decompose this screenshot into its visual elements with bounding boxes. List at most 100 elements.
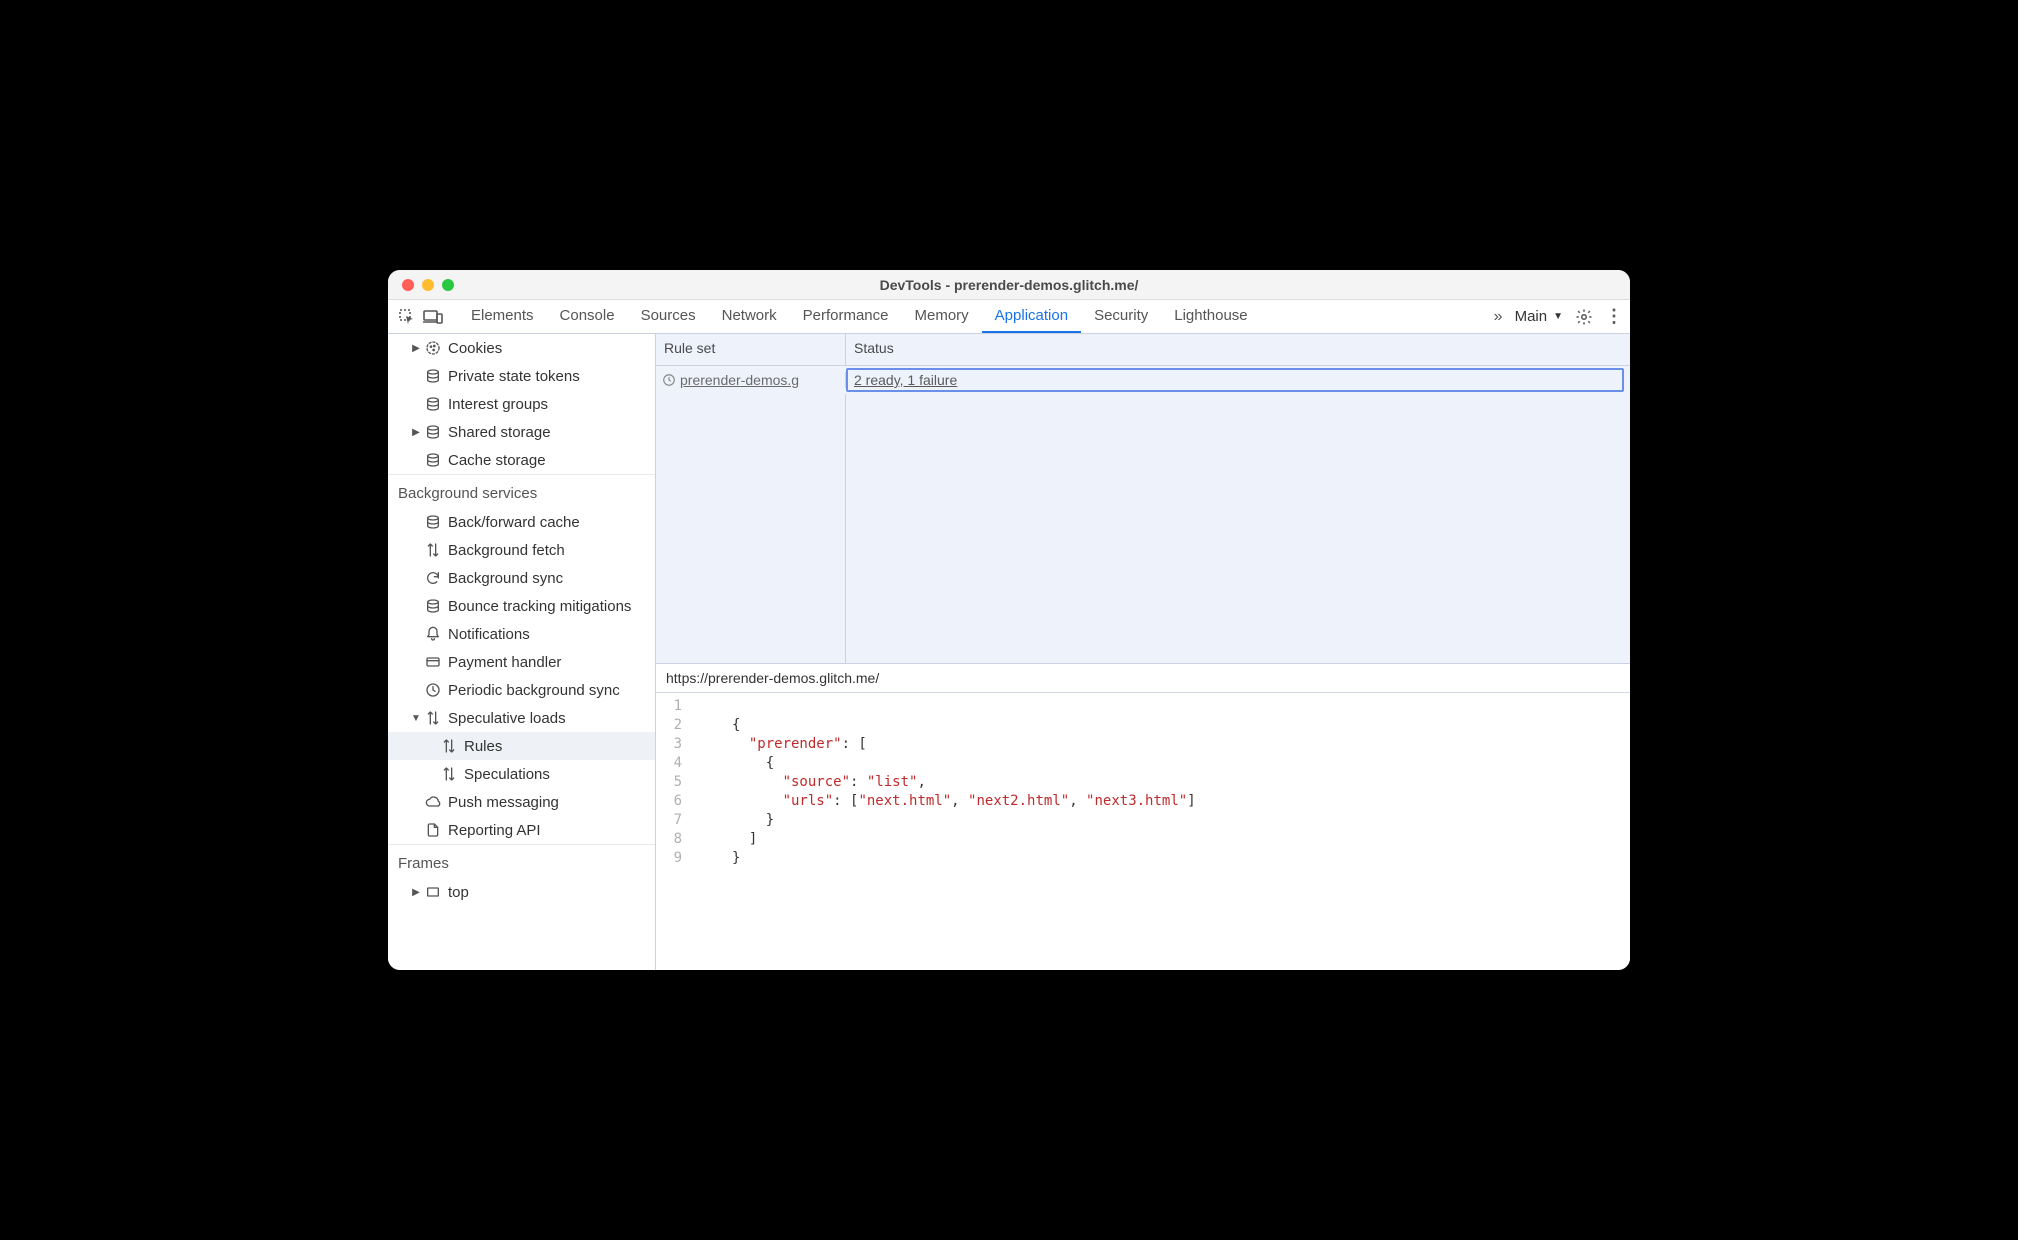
rule-link[interactable]: prerender-demos.g: [680, 372, 799, 388]
disclosure-arrow-icon[interactable]: ▶: [410, 343, 422, 354]
disclosure-arrow-icon[interactable]: ▶: [410, 427, 422, 438]
frame-selector-label: Main: [1515, 308, 1548, 325]
sidebar-item-speculative-loads[interactable]: ▼ Speculative loads: [388, 704, 655, 732]
sidebar-item-speculations[interactable]: Speculations: [388, 760, 655, 788]
toolbar: ElementsConsoleSourcesNetworkPerformance…: [388, 300, 1630, 334]
sidebar-item-bounce-tracking-mitigations[interactable]: Bounce tracking mitigations: [388, 592, 655, 620]
updown-icon: [440, 765, 458, 783]
sidebar-item-label: Periodic background sync: [448, 682, 620, 699]
clock-icon: [662, 373, 676, 387]
tab-lighthouse[interactable]: Lighthouse: [1161, 300, 1260, 333]
sidebar-item-label: Cookies: [448, 340, 502, 357]
tab-elements[interactable]: Elements: [458, 300, 547, 333]
disclosure-arrow-icon[interactable]: ▶: [410, 887, 422, 898]
sidebar-item-label: Background sync: [448, 570, 563, 587]
sidebar-item-label: Push messaging: [448, 794, 559, 811]
grid-empty: [656, 394, 1630, 664]
sidebar-item-private-state-tokens[interactable]: Private state tokens: [388, 362, 655, 390]
section-frames: Frames: [388, 844, 655, 878]
sidebar-item-interest-groups[interactable]: Interest groups: [388, 390, 655, 418]
code-lines: { "prerender": [ { "source": "list", "ur…: [692, 697, 1196, 966]
tab-network[interactable]: Network: [709, 300, 790, 333]
devtools-window: DevTools - prerender-demos.glitch.me/ El…: [388, 270, 1630, 970]
sidebar-item-label: Rules: [464, 738, 502, 755]
sidebar-item-top[interactable]: ▶ top: [388, 878, 655, 906]
grid-row[interactable]: prerender-demos.g 2 ready, 1 failure: [656, 366, 1630, 394]
db-icon: [424, 513, 442, 531]
sidebar-item-label: Back/forward cache: [448, 514, 580, 531]
db-icon: [424, 451, 442, 469]
sidebar-item-label: Shared storage: [448, 424, 551, 441]
sidebar-item-label: Background fetch: [448, 542, 565, 559]
sidebar-item-shared-storage[interactable]: ▶ Shared storage: [388, 418, 655, 446]
settings-icon[interactable]: [1575, 308, 1593, 326]
sidebar-item-cookies[interactable]: ▶ Cookies: [388, 334, 655, 362]
tab-security[interactable]: Security: [1081, 300, 1161, 333]
file-icon: [424, 821, 442, 839]
line-gutter: 123456789: [656, 697, 692, 966]
sidebar-item-label: top: [448, 884, 469, 901]
minimize-icon[interactable]: [422, 279, 434, 291]
zoom-icon[interactable]: [442, 279, 454, 291]
code-viewer[interactable]: 123456789 { "prerender": [ { "source": "…: [656, 693, 1630, 970]
sidebar-item-reporting-api[interactable]: Reporting API: [388, 816, 655, 844]
inspect-icon[interactable]: [396, 306, 418, 328]
sidebar-item-label: Reporting API: [448, 822, 541, 839]
col-rule-set[interactable]: Rule set: [656, 334, 846, 365]
section-bg-services: Background services: [388, 474, 655, 508]
db-icon: [424, 423, 442, 441]
chevron-down-icon: ▼: [1553, 311, 1563, 322]
sidebar-item-payment-handler[interactable]: Payment handler: [388, 648, 655, 676]
sidebar-item-push-messaging[interactable]: Push messaging: [388, 788, 655, 816]
sidebar-item-notifications[interactable]: Notifications: [388, 620, 655, 648]
sidebar-item-label: Cache storage: [448, 452, 546, 469]
rect-icon: [424, 883, 442, 901]
detail-url: https://prerender-demos.glitch.me/: [656, 664, 1630, 693]
clock-icon: [424, 681, 442, 699]
tab-console[interactable]: Console: [547, 300, 628, 333]
tab-memory[interactable]: Memory: [902, 300, 982, 333]
sidebar-item-periodic-background-sync[interactable]: Periodic background sync: [388, 676, 655, 704]
tab-application[interactable]: Application: [982, 300, 1081, 333]
sidebar-item-label: Payment handler: [448, 654, 561, 671]
sidebar-item-back-forward-cache[interactable]: Back/forward cache: [388, 508, 655, 536]
tab-sources[interactable]: Sources: [628, 300, 709, 333]
cookie-icon: [424, 339, 442, 357]
sidebar-item-label: Private state tokens: [448, 368, 580, 385]
cell-rule-set[interactable]: prerender-demos.g: [656, 372, 846, 388]
sidebar-item-label: Notifications: [448, 626, 530, 643]
sidebar-item-label: Speculative loads: [448, 710, 566, 727]
sidebar-item-label: Bounce tracking mitigations: [448, 598, 631, 615]
db-icon: [424, 597, 442, 615]
status-link[interactable]: 2 ready, 1 failure: [854, 372, 957, 388]
sidebar: ▶ Cookies Private state tokens Interest gro…: [388, 334, 656, 970]
sidebar-item-cache-storage[interactable]: Cache storage: [388, 446, 655, 474]
panel-tabs: ElementsConsoleSourcesNetworkPerformance…: [458, 300, 1261, 333]
kebab-menu-icon[interactable]: ⋮: [1605, 306, 1622, 327]
updown-icon: [440, 737, 458, 755]
cell-status[interactable]: 2 ready, 1 failure: [846, 368, 1624, 392]
bell-icon: [424, 625, 442, 643]
titlebar: DevTools - prerender-demos.glitch.me/: [388, 270, 1630, 300]
window-controls: [388, 279, 454, 291]
updown-icon: [424, 709, 442, 727]
window-title: DevTools - prerender-demos.glitch.me/: [388, 277, 1630, 293]
tab-performance[interactable]: Performance: [790, 300, 902, 333]
db-icon: [424, 367, 442, 385]
frame-selector[interactable]: Main ▼: [1515, 308, 1563, 325]
device-icon[interactable]: [422, 306, 444, 328]
sidebar-item-rules[interactable]: Rules: [388, 732, 655, 760]
col-status[interactable]: Status: [846, 334, 1630, 365]
sidebar-item-label: Interest groups: [448, 396, 548, 413]
sync-icon: [424, 569, 442, 587]
main-panel: Rule set Status prerender-demos.g 2 read…: [656, 334, 1630, 970]
card-icon: [424, 653, 442, 671]
updown-icon: [424, 541, 442, 559]
db-icon: [424, 395, 442, 413]
disclosure-arrow-icon[interactable]: ▼: [410, 713, 422, 724]
more-tabs-icon[interactable]: »: [1494, 308, 1503, 326]
close-icon[interactable]: [402, 279, 414, 291]
sidebar-item-background-sync[interactable]: Background sync: [388, 564, 655, 592]
cloud-icon: [424, 793, 442, 811]
sidebar-item-background-fetch[interactable]: Background fetch: [388, 536, 655, 564]
